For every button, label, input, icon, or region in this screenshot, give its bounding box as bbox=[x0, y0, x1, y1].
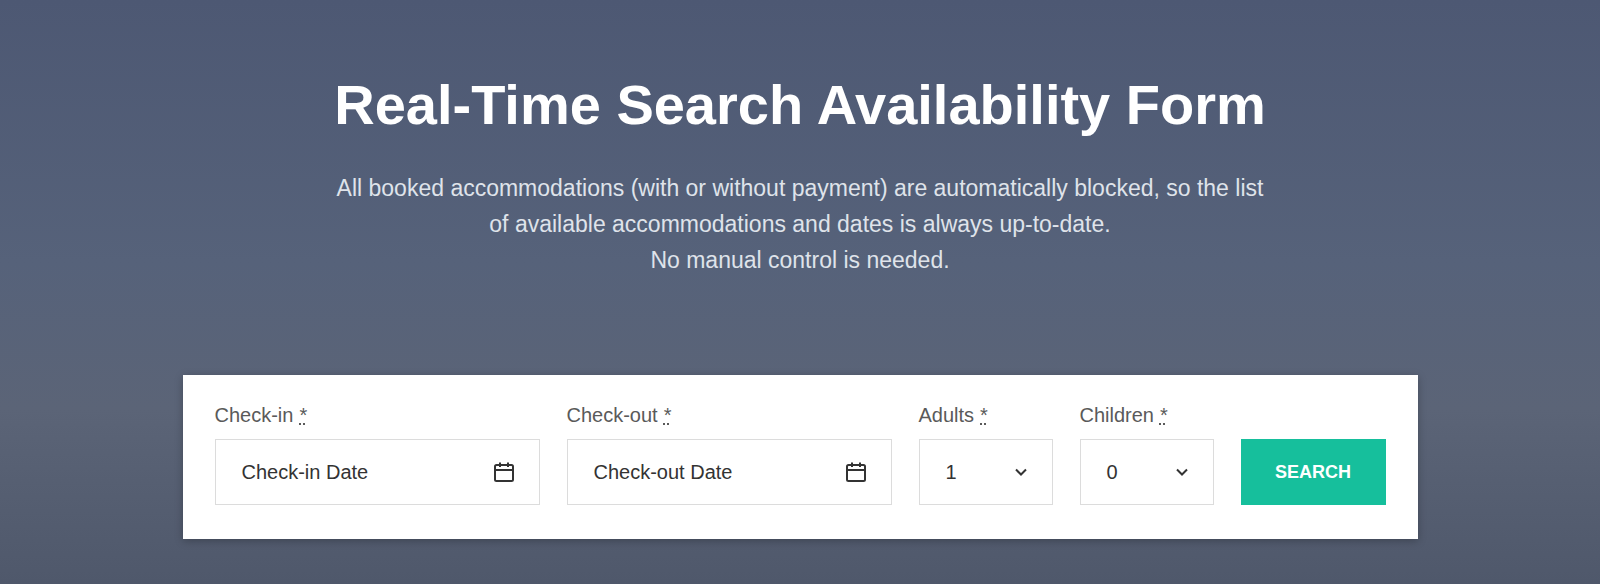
description-line: All booked accommodations (with or witho… bbox=[337, 170, 1264, 206]
hero-section: Real-Time Search Availability Form All bo… bbox=[0, 0, 1600, 584]
required-mark: * bbox=[980, 404, 988, 426]
description-line: No manual control is needed. bbox=[650, 242, 949, 278]
field-label: Check-out * bbox=[567, 403, 892, 427]
field-label: Check-in* bbox=[215, 403, 540, 427]
field-label: Children * bbox=[1080, 403, 1214, 427]
label-text: Check-out bbox=[567, 404, 658, 426]
page-title: Real-Time Search Availability Form bbox=[334, 70, 1266, 140]
form-field: Check-in* Check-in Date bbox=[215, 403, 540, 505]
date-input[interactable]: Check-out Date bbox=[567, 439, 892, 505]
page-description: All booked accommodations (with or witho… bbox=[337, 170, 1264, 278]
form-field: Check-out * Check-out Date bbox=[567, 403, 892, 505]
field-value[interactable]: Check-in Date bbox=[242, 461, 369, 484]
label-text: Adults bbox=[919, 404, 975, 426]
required-mark: * bbox=[299, 404, 307, 426]
date-input[interactable]: Check-in Date bbox=[215, 439, 540, 505]
required-mark: * bbox=[1160, 404, 1168, 426]
form-field: Children * 0 bbox=[1080, 403, 1214, 505]
field-value[interactable]: 0 bbox=[1107, 461, 1118, 484]
field-value[interactable]: 1 bbox=[946, 461, 957, 484]
form-field: Adults* 1 bbox=[919, 403, 1053, 505]
select-input[interactable]: 0 bbox=[1080, 439, 1214, 505]
search-button[interactable]: SEARCH bbox=[1241, 439, 1386, 505]
field-label: Adults* bbox=[919, 403, 1053, 427]
search-form: Check-in*Check-in DateCheck-out*Check-ou… bbox=[183, 375, 1418, 539]
calendar-icon[interactable] bbox=[845, 461, 867, 483]
label-text: Check-in bbox=[215, 404, 294, 426]
field-value[interactable]: Check-out Date bbox=[594, 461, 733, 484]
chevron-down-icon[interactable] bbox=[1175, 467, 1189, 477]
select-input[interactable]: 1 bbox=[919, 439, 1053, 505]
description-line: of available accommodations and dates is… bbox=[489, 206, 1110, 242]
required-mark: * bbox=[664, 404, 672, 426]
calendar-icon[interactable] bbox=[493, 461, 515, 483]
label-text: Children bbox=[1080, 404, 1154, 426]
chevron-down-icon[interactable] bbox=[1014, 467, 1028, 477]
